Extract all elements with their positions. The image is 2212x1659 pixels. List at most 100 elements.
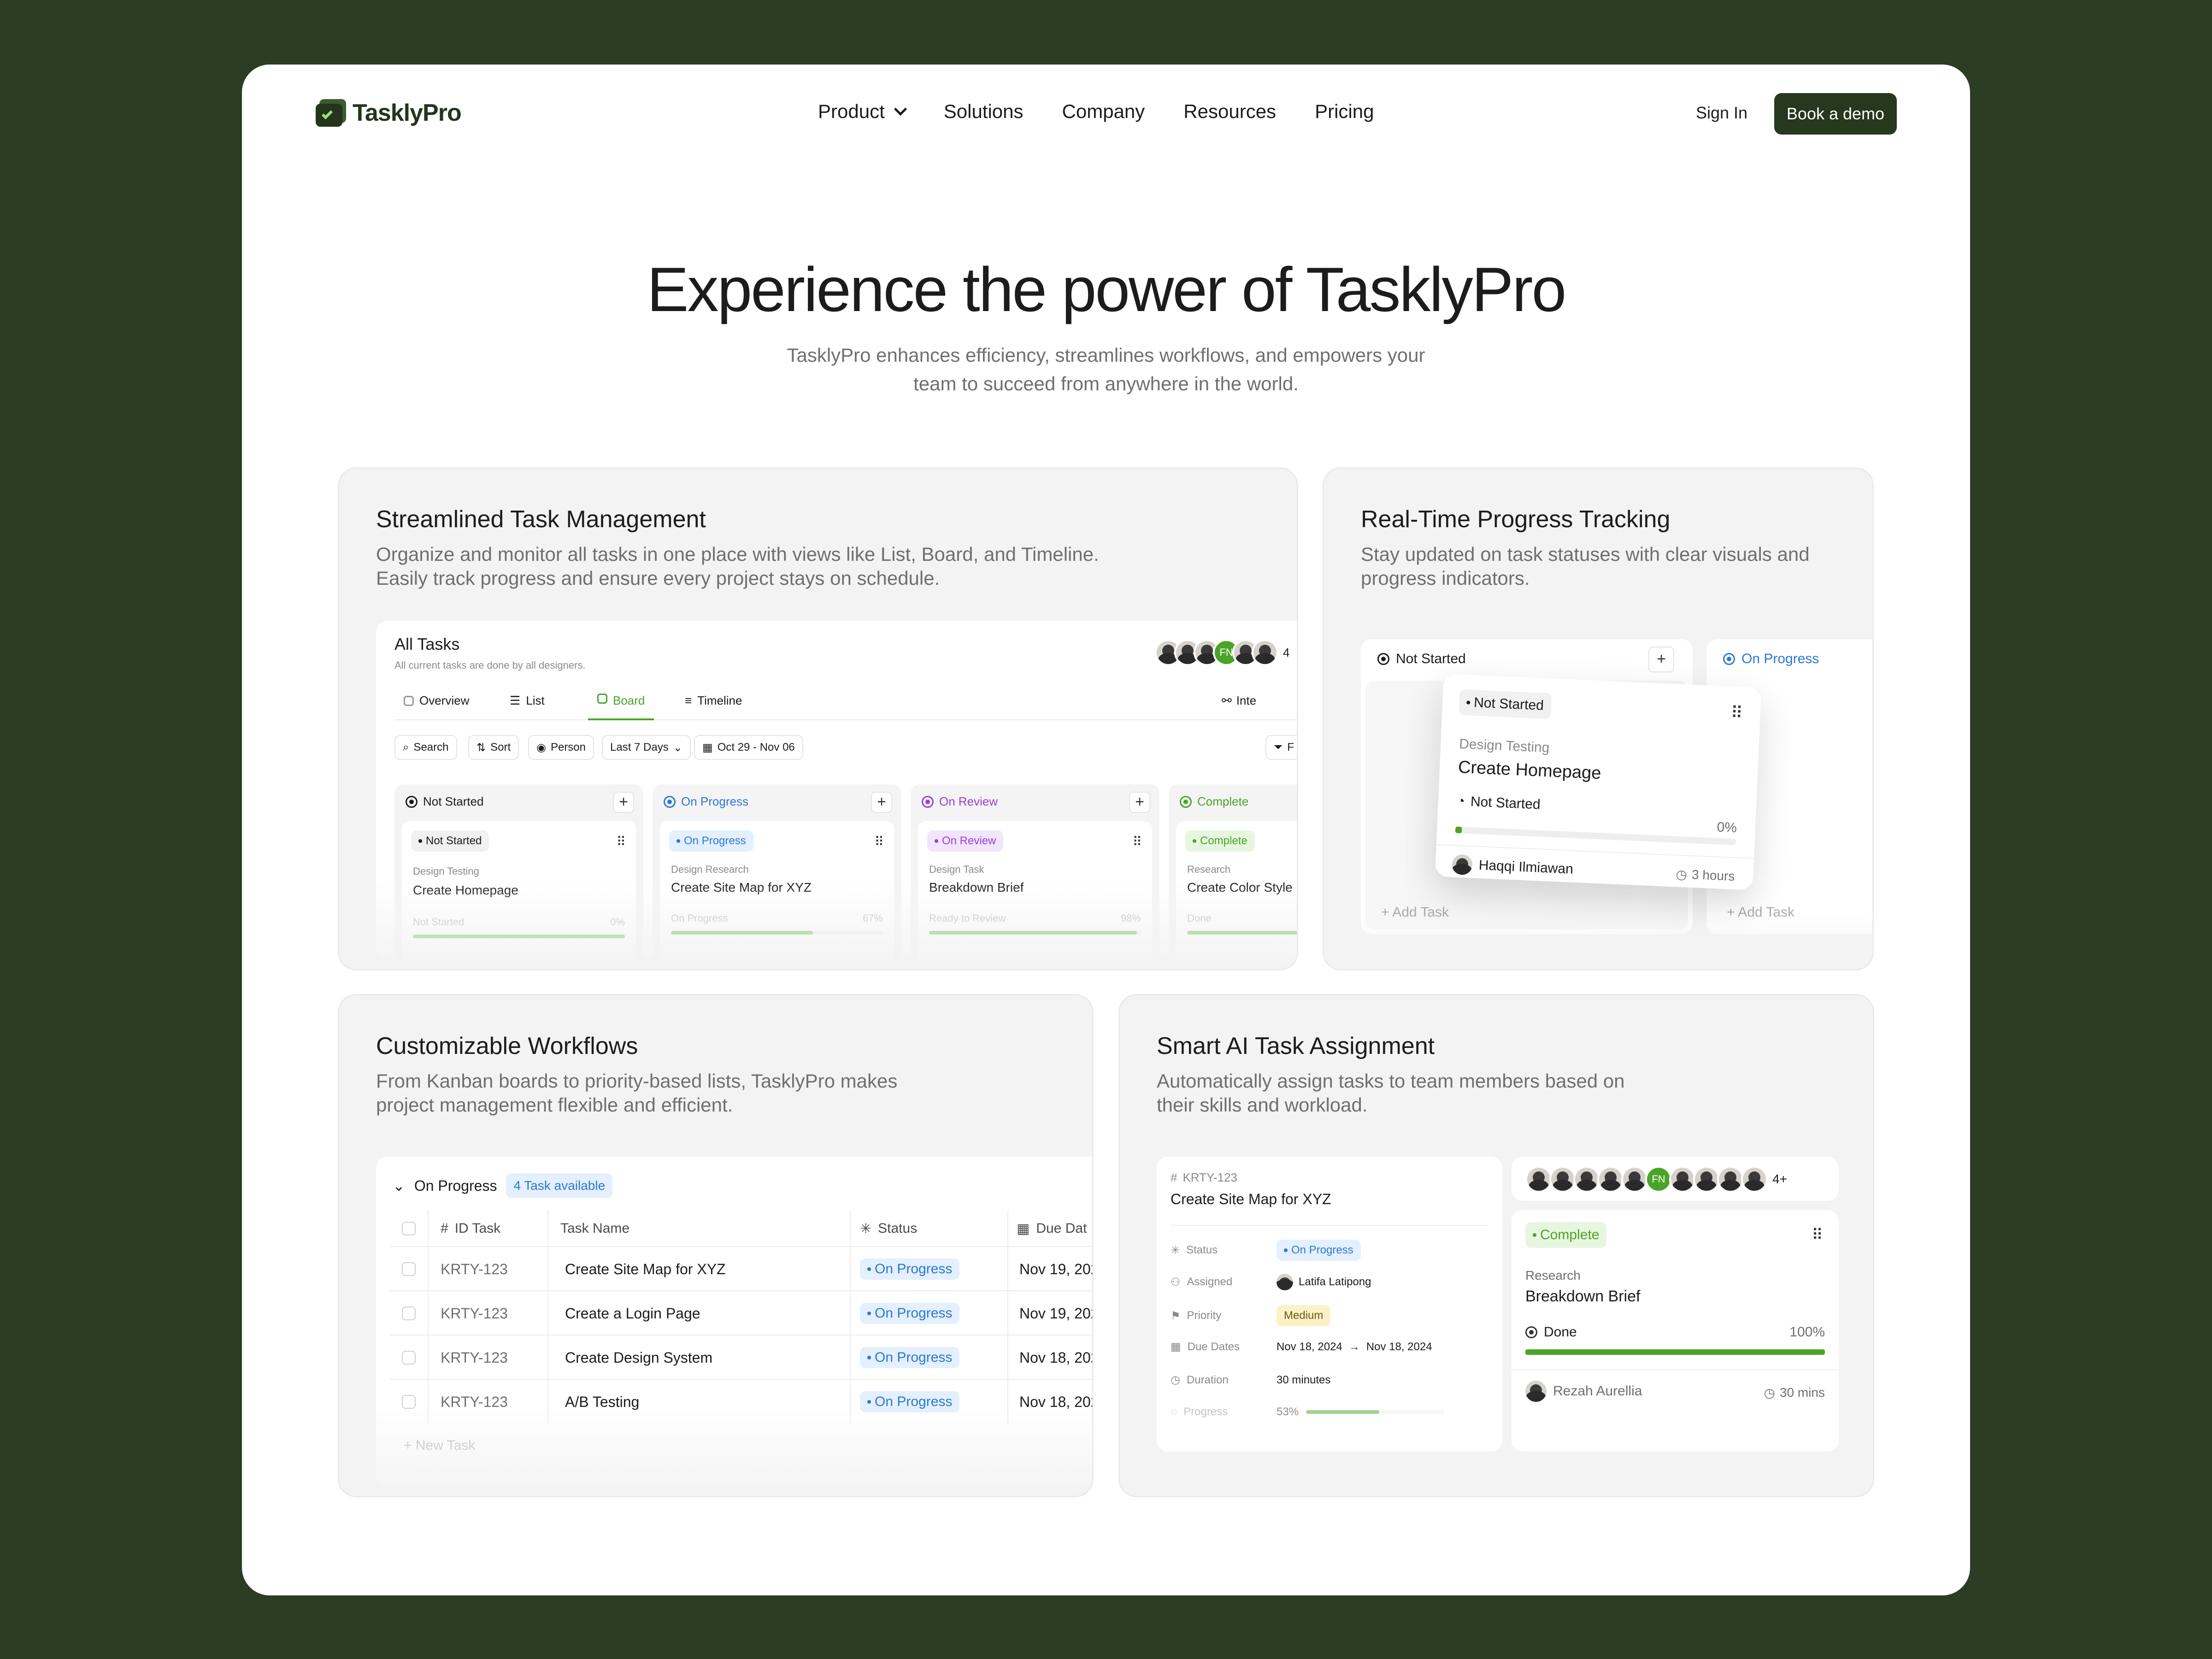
menu-item-pricing[interactable]: Pricing — [1315, 100, 1374, 123]
avatar[interactable] — [1741, 1166, 1768, 1193]
feature-card-ai-assignment: Smart AI Task Assignment Automatically a… — [1118, 994, 1874, 1497]
add-task-button[interactable]: + — [1129, 792, 1150, 813]
person-icon: ◉ — [536, 741, 546, 754]
row-checkbox[interactable] — [402, 1351, 416, 1365]
table-row[interactable]: KRTY-123 A/B Testing On Progress Nov 18,… — [390, 1380, 1092, 1424]
status-icon: ✳ — [860, 1221, 872, 1236]
task-card[interactable]: On Progress ⠿ Design Research Create Sit… — [660, 821, 894, 969]
avatar[interactable] — [1693, 1166, 1720, 1193]
hero-subtitle: TasklyPro enhances efficiency, streamlin… — [787, 344, 1425, 394]
menu-item-product[interactable]: Product — [818, 100, 907, 123]
drag-handle-icon[interactable]: ⠿ — [1812, 1226, 1823, 1244]
avatar-count: 4 — [1283, 645, 1290, 659]
book-demo-button[interactable]: Book a demo — [1774, 93, 1897, 135]
menu-item-company[interactable]: Company — [1062, 100, 1145, 123]
row-checkbox[interactable] — [402, 1395, 416, 1409]
avatar — [1252, 639, 1278, 666]
person-filter[interactable]: ◉ Person — [528, 735, 594, 760]
card-title: Real-Time Progress Tracking — [1361, 506, 1671, 533]
status-badge: Not Started — [411, 830, 489, 852]
calendar-icon: ▦ — [1017, 1221, 1030, 1236]
avatar-group: FN 4 — [1155, 639, 1289, 666]
avatar[interactable] — [1717, 1166, 1744, 1193]
detail-status: ✳ Status On Progress — [1171, 1240, 1361, 1261]
more-avatars-count[interactable]: 4+ — [1772, 1172, 1787, 1187]
avatar[interactable]: FN — [1645, 1166, 1672, 1193]
logo-text: TasklyPro — [353, 100, 462, 126]
card-title: Customizable Workflows — [376, 1033, 638, 1059]
hash-icon: # — [441, 1221, 448, 1236]
drag-handle-icon[interactable]: ⠿ — [1132, 834, 1141, 849]
status-icon — [406, 795, 418, 808]
board-column: Not Started + Not Started ⠿ Design Testi… — [394, 784, 643, 969]
avatar[interactable] — [1621, 1166, 1648, 1193]
drag-handle-icon[interactable]: ⠿ — [1730, 703, 1742, 723]
add-task-link[interactable]: + Add Task — [1727, 905, 1794, 920]
tab-list[interactable]: ☰ List — [510, 694, 545, 708]
avatar[interactable] — [1525, 1166, 1552, 1193]
board-column: On Review + On Review ⠿ Design Task Brea… — [911, 784, 1159, 969]
search-button[interactable]: ⌕ Search — [394, 735, 457, 760]
link-icon: ⚯ — [1222, 694, 1232, 707]
status-badge: On Progress — [669, 830, 753, 852]
task-card[interactable]: Complete ⠿ Research Breakdown Brief Done… — [1512, 1210, 1839, 1452]
menu-item-solutions[interactable]: Solutions — [944, 100, 1024, 123]
logo[interactable]: TasklyPro — [316, 99, 462, 127]
status-badge: Complete — [1525, 1222, 1607, 1248]
date-range-select[interactable]: Last 7 Days ⌄ — [602, 735, 691, 760]
table-row[interactable]: KRTY-123 Create a Login Page On Progress… — [390, 1291, 1092, 1335]
select-all-checkbox[interactable] — [402, 1222, 416, 1235]
detail-duration: ◷ Duration 30 minutes — [1171, 1373, 1331, 1387]
status-icon — [1525, 1326, 1537, 1338]
task-count-badge: 4 Task available — [506, 1173, 613, 1198]
status-icon — [1377, 653, 1389, 665]
avatar — [1525, 1381, 1547, 1402]
add-task-button[interactable]: + — [613, 792, 634, 813]
avatar[interactable] — [1573, 1166, 1600, 1193]
calendar-icon: ▦ — [702, 741, 713, 754]
new-task-link[interactable]: + New Task — [404, 1438, 475, 1453]
avatar[interactable] — [1669, 1166, 1696, 1193]
date-picker[interactable]: ▦ Oct 29 - Nov 06 — [694, 735, 803, 760]
avatar[interactable] — [1549, 1166, 1576, 1193]
tab-overview[interactable]: Overview — [404, 694, 469, 708]
sign-in-link[interactable]: Sign In — [1696, 103, 1747, 123]
integrations-button[interactable]: ⚯ Inte — [1222, 694, 1256, 708]
task-card[interactable]: On Review ⠿ Design Task Breakdown Brief … — [918, 821, 1152, 969]
progress-bar — [929, 931, 1141, 935]
drag-handle-icon[interactable]: ⠿ — [616, 834, 625, 849]
priority-badge[interactable]: Medium — [1277, 1305, 1331, 1326]
menu-item-resources[interactable]: Resources — [1183, 100, 1276, 123]
add-task-button[interactable]: + — [871, 792, 892, 813]
table-row[interactable]: KRTY-123 Create Site Map for XYZ On Prog… — [390, 1247, 1092, 1291]
progress-icon: ◌ — [1171, 1406, 1177, 1418]
drag-handle-icon[interactable]: ⠿ — [874, 834, 883, 849]
tab-board[interactable]: Board — [588, 694, 654, 720]
list-icon: ☰ — [510, 694, 521, 707]
task-card[interactable]: Not Started ⠿ Design Testing Create Home… — [402, 821, 636, 969]
feature-card-task-management: Streamlined Task Management Organize and… — [338, 467, 1298, 971]
board-column: Complete Complete Research Create Color … — [1169, 784, 1297, 969]
group-header[interactable]: ⌄ On Progress 4 Task available — [393, 1173, 613, 1198]
add-task-link[interactable]: + Add Task — [1381, 905, 1449, 920]
row-checkbox[interactable] — [402, 1262, 416, 1276]
clock-icon: ◷ — [1764, 1386, 1775, 1400]
detail-priority: ⚑ Priority Medium — [1171, 1305, 1331, 1326]
table-row[interactable]: KRTY-123 Create Design System On Progres… — [390, 1335, 1092, 1380]
row-checkbox[interactable] — [402, 1306, 416, 1320]
board-title: All Tasks — [394, 635, 460, 653]
table-header: # ID Task Task Name ✳ Status ▦ Due Dat — [390, 1210, 1092, 1247]
detail-progress: ◌ Progress 53% — [1171, 1406, 1445, 1418]
avatar[interactable] — [1597, 1166, 1624, 1193]
tab-timeline[interactable]: ≡ Timeline — [685, 694, 742, 708]
arrow-right-icon: → — [1348, 1340, 1360, 1353]
filter-button[interactable]: ⏷ F — [1265, 735, 1297, 760]
status-badge[interactable]: On Progress — [1277, 1240, 1361, 1261]
add-task-button[interactable]: + — [1648, 647, 1674, 672]
task-card[interactable]: Complete Research Create Color Style Don… — [1176, 821, 1297, 969]
top-nav: TasklyPro Product Solutions Company Reso… — [242, 65, 1970, 166]
sort-button[interactable]: ⇅ Sort — [468, 735, 519, 760]
progress-bar — [1455, 826, 1736, 846]
progress-bar — [413, 935, 625, 938]
dragged-task-card[interactable]: Not Started ⠿ Design Testing Create Home… — [1435, 674, 1762, 890]
